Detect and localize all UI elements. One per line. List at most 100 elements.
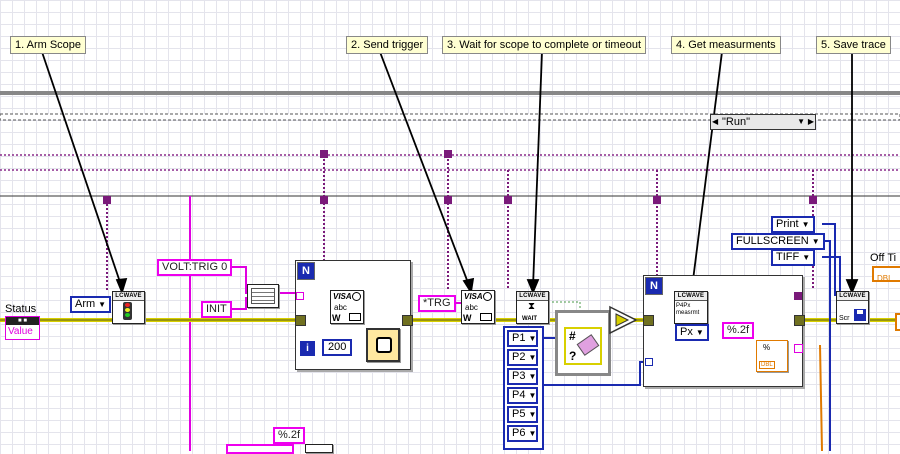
param-enum-value: P2 bbox=[512, 351, 526, 363]
fullscreen-enum-value: FULLSCREEN bbox=[736, 235, 809, 247]
case-tunnel-ref2 bbox=[444, 150, 452, 158]
param-enum-value: P3 bbox=[512, 370, 526, 382]
wait-complete-vi[interactable]: LCWAVE ⧗ WAIT bbox=[516, 291, 549, 324]
visa-label: VISA bbox=[333, 292, 352, 301]
param-enum-value: P1 bbox=[512, 332, 526, 344]
case-selector[interactable]: ◀ "Run" ▼ ▶ bbox=[710, 114, 816, 130]
case-selector-prev[interactable]: ◀ bbox=[712, 115, 718, 129]
volt-trig-constant[interactable]: VOLT:TRIG 0 bbox=[157, 259, 233, 276]
case-tunnel-ref bbox=[320, 150, 328, 158]
param-enum-value: P5 bbox=[512, 408, 526, 420]
param-enum-item[interactable]: P1 ▼ bbox=[507, 330, 538, 347]
tiff-enum-value: TIFF bbox=[776, 251, 800, 263]
loop2-dbl-tunnel bbox=[794, 344, 803, 353]
watch-icon bbox=[376, 337, 392, 353]
error-out-terminal bbox=[895, 313, 900, 331]
w-label-2: W bbox=[463, 313, 472, 323]
visa-write-vi-1[interactable]: VISA abc W bbox=[330, 290, 364, 324]
param-enum-item[interactable]: P5 ▼ bbox=[507, 406, 538, 423]
abc-label-2: abc bbox=[465, 303, 478, 312]
trg-constant[interactable]: *TRG bbox=[418, 295, 456, 312]
format-into-string-node[interactable]: % DBL bbox=[756, 340, 788, 372]
clock-icon bbox=[352, 292, 361, 301]
chevron-down-icon: ▼ bbox=[528, 372, 537, 381]
status-label: Status bbox=[5, 303, 37, 315]
eraser-icon bbox=[576, 334, 600, 356]
chevron-down-icon: ▼ bbox=[802, 253, 811, 262]
build-array-node[interactable] bbox=[247, 284, 279, 308]
wait-ms-constant[interactable]: 200 bbox=[322, 339, 353, 356]
tiff-enum[interactable]: TIFF ▼ bbox=[771, 249, 816, 266]
vi-header: LCWAVE bbox=[837, 292, 868, 301]
off-time-dbl-tag: DBL bbox=[877, 274, 893, 283]
write-icon bbox=[480, 313, 492, 321]
loop-iteration-terminal: i bbox=[299, 340, 316, 357]
scr-label: Scr bbox=[839, 315, 850, 322]
loop1-string-tunnel bbox=[296, 292, 304, 300]
partial-node-lower[interactable] bbox=[305, 444, 333, 453]
select-node[interactable] bbox=[608, 305, 638, 335]
clock-icon bbox=[483, 292, 492, 301]
status-value-tag: Value bbox=[8, 326, 33, 337]
off-time-label: Off Ti bbox=[870, 252, 897, 264]
case-tunnel-arm bbox=[103, 196, 111, 204]
arm-enum[interactable]: Arm ▼ bbox=[70, 296, 112, 313]
chevron-down-icon: ▼ bbox=[801, 220, 810, 229]
w-label: W bbox=[332, 313, 341, 323]
string-wire-init bbox=[232, 297, 247, 310]
format-string-constant[interactable]: %.2f bbox=[722, 322, 755, 339]
case-tunnel-wait bbox=[504, 196, 512, 204]
print-enum[interactable]: Print ▼ bbox=[771, 216, 815, 233]
arm-scope-vi[interactable]: LCWAVE bbox=[112, 291, 145, 324]
case-selector-next[interactable]: ▶ bbox=[808, 115, 814, 129]
hash-label: # bbox=[569, 329, 576, 343]
param-enum-item[interactable]: P6 ▼ bbox=[507, 425, 538, 442]
visa-write-vi-2[interactable]: VISA abc W bbox=[461, 290, 495, 324]
case-tunnel-save bbox=[809, 196, 817, 204]
vi-header: LCWAVE bbox=[517, 292, 548, 301]
loop-count-terminal: N bbox=[297, 262, 315, 280]
param-enum-item[interactable]: P3 ▼ bbox=[507, 368, 538, 385]
unbundle-node[interactable]: # ? bbox=[564, 327, 602, 365]
loop2-ref-tunnel bbox=[645, 358, 653, 366]
fullscreen-enum[interactable]: FULLSCREEN ▼ bbox=[731, 233, 825, 250]
chevron-down-icon: ▼ bbox=[98, 300, 107, 309]
case-selector-dropdown[interactable]: ▼ bbox=[797, 115, 805, 129]
status-terminal-icon: ■ ■ bbox=[6, 317, 39, 325]
get-measurement-vi[interactable]: LCWAVE P4Px measrmt bbox=[674, 291, 708, 324]
format-string-constant-lower[interactable]: %.2f bbox=[273, 427, 306, 444]
init-constant[interactable]: INIT bbox=[201, 301, 232, 318]
query-label: ? bbox=[569, 349, 577, 363]
visa-label-2: VISA bbox=[464, 292, 483, 301]
loop2-case-tunnel bbox=[794, 292, 802, 300]
case-selector-value: "Run" bbox=[722, 116, 750, 128]
chevron-down-icon: ▼ bbox=[528, 391, 537, 400]
px-enum[interactable]: Px ▼ bbox=[675, 324, 709, 341]
annotation-arrows bbox=[41, 51, 859, 295]
loop2-count-terminal: N bbox=[645, 277, 663, 295]
loop1-tunnel-in bbox=[295, 315, 306, 326]
note-send-trigger: 2. Send trigger bbox=[346, 36, 429, 54]
case-tunnel-visa1 bbox=[320, 196, 328, 204]
chevron-down-icon: ▼ bbox=[695, 328, 704, 337]
note-get-measurements: 4. Get measurments bbox=[671, 36, 781, 54]
param-enum-value: P4 bbox=[512, 389, 526, 401]
arm-enum-value: Arm bbox=[75, 298, 96, 310]
off-time-indicator[interactable]: DBL bbox=[872, 266, 900, 283]
dbl-wire-out bbox=[819, 344, 823, 451]
print-enum-value: Print bbox=[776, 218, 799, 230]
vi-header: LCWAVE bbox=[675, 292, 707, 301]
status-control[interactable]: ■ ■ Value bbox=[5, 316, 40, 340]
case-tunnel-visa2 bbox=[444, 196, 452, 204]
case-tunnel-meas bbox=[653, 196, 661, 204]
partial-constant-lower[interactable] bbox=[226, 444, 294, 454]
hourglass-icon: ⧗ bbox=[528, 301, 536, 312]
save-trace-vi[interactable]: LCWAVE Scr bbox=[836, 291, 869, 324]
param-enum-value: P6 bbox=[512, 427, 526, 439]
wait-ms-node[interactable] bbox=[366, 328, 400, 362]
ref-wire-fullscreen bbox=[822, 240, 831, 451]
param-enum-item[interactable]: P4 ▼ bbox=[507, 387, 538, 404]
write-icon bbox=[349, 313, 361, 321]
px-enum-value: Px bbox=[680, 326, 693, 338]
param-enum-item[interactable]: P2 ▼ bbox=[507, 349, 538, 366]
